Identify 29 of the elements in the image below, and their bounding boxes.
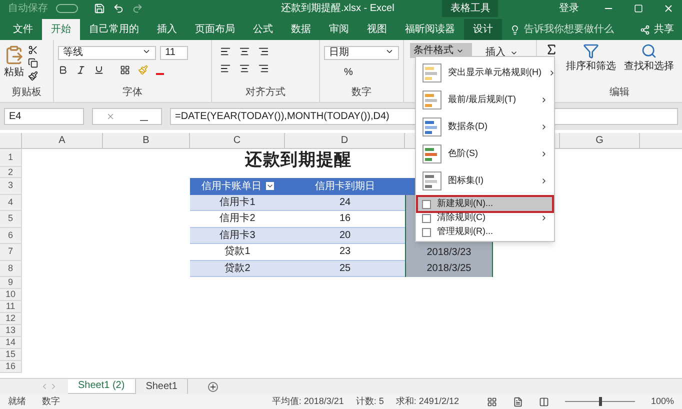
- table-header-cell: 信用卡到期日: [285, 178, 405, 194]
- table-header-cell: 信用卡账单日: [190, 178, 285, 194]
- table-cell: 24: [285, 194, 405, 211]
- group-label: 对齐方式: [244, 86, 286, 100]
- table-cell: 20: [285, 228, 405, 244]
- status-text: 就绪: [8, 394, 26, 408]
- group-label: 字体: [121, 86, 144, 100]
- table-cell: 贷款2: [190, 260, 285, 277]
- autosave-label: 自动保存: [8, 2, 48, 16]
- status-stat: 平均值: 2018/3/21: [272, 394, 344, 408]
- table-cell: 信用卡2: [190, 211, 285, 228]
- group-label: 编辑: [608, 86, 630, 100]
- table-cell: 25: [285, 260, 405, 277]
- table-cell: 23: [285, 244, 405, 260]
- selected-cell: 2018/3/23: [405, 244, 493, 260]
- selected-cell: 2018/3/25: [405, 260, 493, 277]
- table-cell: 信用卡3: [190, 228, 285, 244]
- status-stat: 计数: 5: [356, 394, 384, 408]
- table-cell: 16: [285, 211, 405, 228]
- sheet-title: 还款到期提醒: [245, 149, 352, 171]
- status-stat: 求和: 2491/2/12: [396, 394, 459, 408]
- table-cell: 信用卡1: [190, 194, 285, 211]
- window-title: 还款到期提醒.xlsx - Excel: [281, 2, 394, 16]
- group-label: 数字: [350, 86, 372, 100]
- status-text: 数字: [42, 394, 60, 408]
- group-label: 剪贴板: [10, 86, 43, 100]
- context-group-label: 表格工具: [442, 0, 498, 17]
- zoom-level: 100%: [650, 394, 674, 408]
- table-cell: 贷款1: [190, 244, 285, 260]
